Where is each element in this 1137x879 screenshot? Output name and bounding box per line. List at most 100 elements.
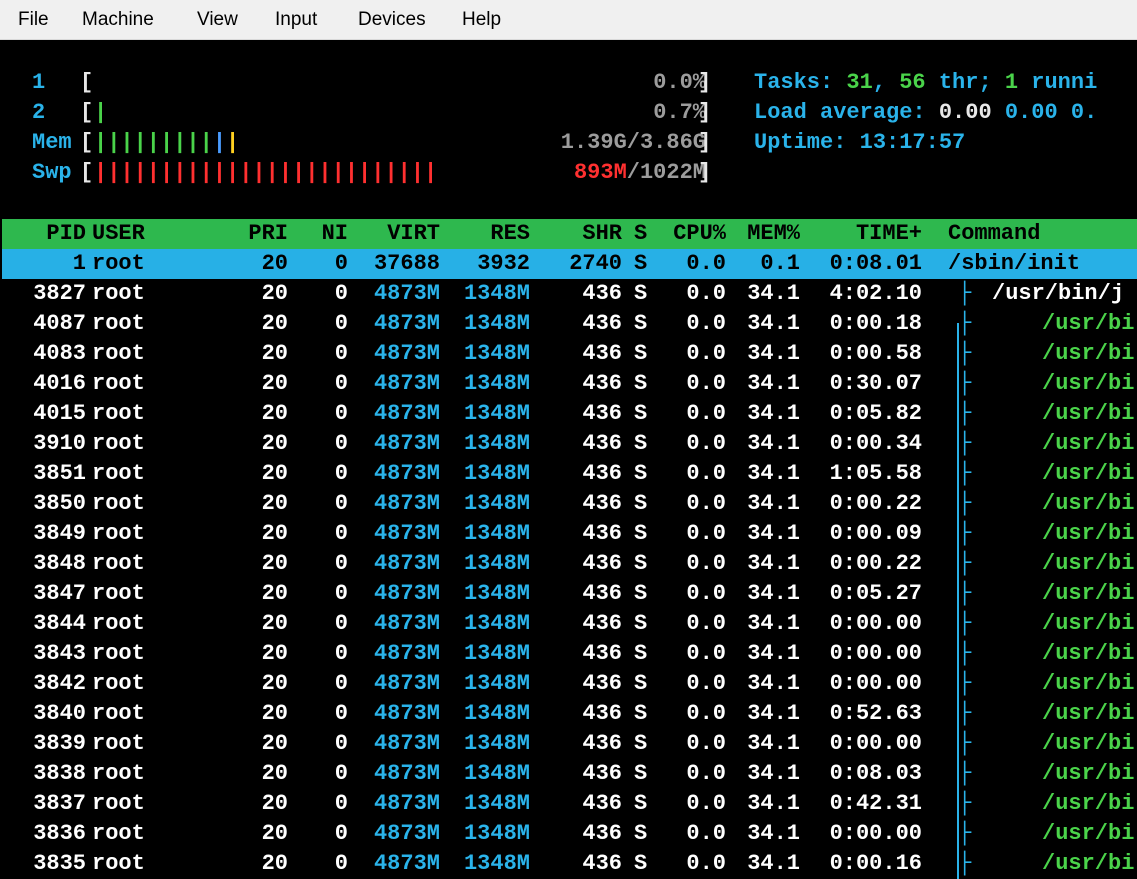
cell-pid: 3838 [33, 761, 86, 786]
cell-shr: 436 [582, 341, 622, 366]
cell-virt: 4873M [373, 821, 440, 846]
menu-devices[interactable]: Devices [358, 8, 426, 32]
cell-pri: 20 [261, 731, 288, 756]
cell-user: root [92, 551, 145, 576]
tree-branch-icon: ├ [958, 671, 985, 696]
cell-time: 1:05.58 [829, 461, 922, 486]
load-average: Load average: 0.00 0.00 0. [754, 100, 1098, 125]
cell-pid: 3850 [33, 491, 86, 516]
cell-time: 0:00.18 [829, 311, 922, 336]
process-row[interactable]: 3839 root 20 0 4873M 1348M 436 S 0.0 34.1 0:00.00 ├… [2, 729, 1137, 759]
cell-virt: 4873M [373, 551, 440, 576]
cell-mem: 34.1 [747, 311, 800, 336]
tree-branch-icon: ├ [958, 551, 985, 576]
mem-value: 1.39G/3.86G [560, 130, 706, 155]
col-res[interactable]: RES [446, 219, 530, 249]
cell-res: 1348M [463, 791, 530, 816]
col-time[interactable]: TIME+ [814, 219, 922, 249]
cell-state: S [634, 611, 648, 636]
cell-cpu: 0.0 [686, 821, 726, 846]
tree-branch-icon: ├ [958, 371, 985, 396]
process-row[interactable]: 1 root 20 0 37688 3932 2740 S 0.0 0.1 0:08.01/sbin… [2, 249, 1137, 279]
col-pid[interactable]: PID [2, 219, 86, 249]
cell-res: 1348M [463, 851, 530, 876]
process-row[interactable]: 3827 root 20 0 4873M 1348M 436 S 0.0 34.1 4:02.10 ├… [2, 279, 1137, 309]
menu-file[interactable]: File [18, 8, 49, 32]
cell-pri: 20 [261, 461, 288, 486]
cell-virt: 4873M [373, 431, 440, 456]
cell-pri: 20 [261, 821, 288, 846]
cell-command: /usr/bi [1042, 731, 1135, 756]
process-row[interactable]: 3842 root 20 0 4873M 1348M 436 S 0.0 34.1 0:00.00 ├… [2, 669, 1137, 699]
process-table-header[interactable]: PID USER PRI NI VIRT RES SHR S CPU% MEM%… [2, 219, 1137, 249]
process-row[interactable]: 4015 root 20 0 4873M 1348M 436 S 0.0 34.1 0:05.82 ├… [2, 399, 1137, 429]
menu-view[interactable]: View [197, 8, 238, 32]
process-row[interactable]: 3910 root 20 0 4873M 1348M 436 S 0.0 34.1 0:00.34 ├… [2, 429, 1137, 459]
cell-mem: 34.1 [747, 851, 800, 876]
cell-res: 1348M [463, 551, 530, 576]
menu-input[interactable]: Input [275, 8, 317, 32]
process-row[interactable]: 3844 root 20 0 4873M 1348M 436 S 0.0 34.1 0:00.00 ├… [2, 609, 1137, 639]
col-ni[interactable]: NI [302, 219, 348, 249]
col-cpu[interactable]: CPU% [658, 219, 726, 249]
process-row[interactable]: 4087 root 20 0 4873M 1348M 436 S 0.0 34.1 0:00.18 ├… [2, 309, 1137, 339]
tasks-line: Tasks: 31, 56 thr; 1 runni [754, 70, 1098, 95]
cell-res: 1348M [463, 311, 530, 336]
process-row[interactable]: 3843 root 20 0 4873M 1348M 436 S 0.0 34.1 0:00.00 ├… [2, 639, 1137, 669]
cell-res: 1348M [463, 671, 530, 696]
process-row[interactable]: 4083 root 20 0 4873M 1348M 436 S 0.0 34.1 0:00.58 ├… [2, 339, 1137, 369]
cell-shr: 436 [582, 851, 622, 876]
cell-user: root [92, 281, 145, 306]
process-row[interactable]: 3850 root 20 0 4873M 1348M 436 S 0.0 34.1 0:00.22 ├… [2, 489, 1137, 519]
cell-time: 0:00.16 [829, 851, 922, 876]
col-mem[interactable]: MEM% [736, 219, 800, 249]
col-virt[interactable]: VIRT [354, 219, 440, 249]
terminal-screen[interactable]: 1 [ 0.0% ] 2 [ | 0.7% ] Mem [ ||||||||||… [2, 41, 1137, 879]
col-user[interactable]: USER [92, 219, 145, 249]
cell-time: 0:00.22 [829, 491, 922, 516]
cell-time: 0:00.34 [829, 431, 922, 456]
cell-mem: 34.1 [747, 371, 800, 396]
process-row[interactable]: 3837 root 20 0 4873M 1348M 436 S 0.0 34.1 0:42.31 ├… [2, 789, 1137, 819]
cell-virt: 4873M [373, 401, 440, 426]
col-state[interactable]: S [634, 219, 647, 249]
col-command[interactable]: Command [948, 219, 1040, 249]
process-row[interactable]: 4016 root 20 0 4873M 1348M 436 S 0.0 34.1 0:30.07 ├… [2, 369, 1137, 399]
cell-virt: 4873M [373, 761, 440, 786]
cell-shr: 436 [582, 431, 622, 456]
process-row[interactable]: 3851 root 20 0 4873M 1348M 436 S 0.0 34.1 1:05.58 ├… [2, 459, 1137, 489]
process-row[interactable]: 3847 root 20 0 4873M 1348M 436 S 0.0 34.1 0:05.27 ├… [2, 579, 1137, 609]
cell-command: /sbin/init [948, 251, 1081, 276]
cell-user: root [92, 461, 145, 486]
cell-cpu: 0.0 [686, 401, 726, 426]
process-row[interactable]: 3836 root 20 0 4873M 1348M 436 S 0.0 34.1 0:00.00 ├… [2, 819, 1137, 849]
cell-pri: 20 [261, 401, 288, 426]
process-row[interactable]: 3849 root 20 0 4873M 1348M 436 S 0.0 34.1 0:00.09 ├… [2, 519, 1137, 549]
cell-cpu: 0.0 [686, 491, 726, 516]
cell-pid: 3849 [33, 521, 86, 546]
cell-shr: 436 [582, 281, 622, 306]
cell-res: 1348M [463, 761, 530, 786]
menu-machine[interactable]: Machine [82, 8, 154, 32]
cell-pri: 20 [261, 701, 288, 726]
cell-cpu: 0.0 [686, 641, 726, 666]
cell-pid: 3839 [33, 731, 86, 756]
cell-cpu: 0.0 [686, 521, 726, 546]
menu-help[interactable]: Help [462, 8, 501, 32]
cell-time: 0:52.63 [829, 701, 922, 726]
process-row[interactable]: 3838 root 20 0 4873M 1348M 436 S 0.0 34.1 0:08.03 ├… [2, 759, 1137, 789]
cell-cpu: 0.0 [686, 551, 726, 576]
process-row[interactable]: 3840 root 20 0 4873M 1348M 436 S 0.0 34.1 0:52.63 ├… [2, 699, 1137, 729]
col-shr[interactable]: SHR [536, 219, 622, 249]
cell-user: root [92, 311, 145, 336]
cell-pid: 3851 [33, 461, 86, 486]
process-row[interactable]: 3835 root 20 0 4873M 1348M 436 S 0.0 34.1 0:00.16 ├… [2, 849, 1137, 879]
process-row[interactable]: 3848 root 20 0 4873M 1348M 436 S 0.0 34.1 0:00.22 ├… [2, 549, 1137, 579]
cell-pid: 3836 [33, 821, 86, 846]
col-pri[interactable]: PRI [226, 219, 288, 249]
cell-user: root [92, 821, 145, 846]
cell-time: 0:00.09 [829, 521, 922, 546]
cell-state: S [634, 491, 648, 516]
cell-time: 0:05.82 [829, 401, 922, 426]
cell-res: 1348M [463, 341, 530, 366]
